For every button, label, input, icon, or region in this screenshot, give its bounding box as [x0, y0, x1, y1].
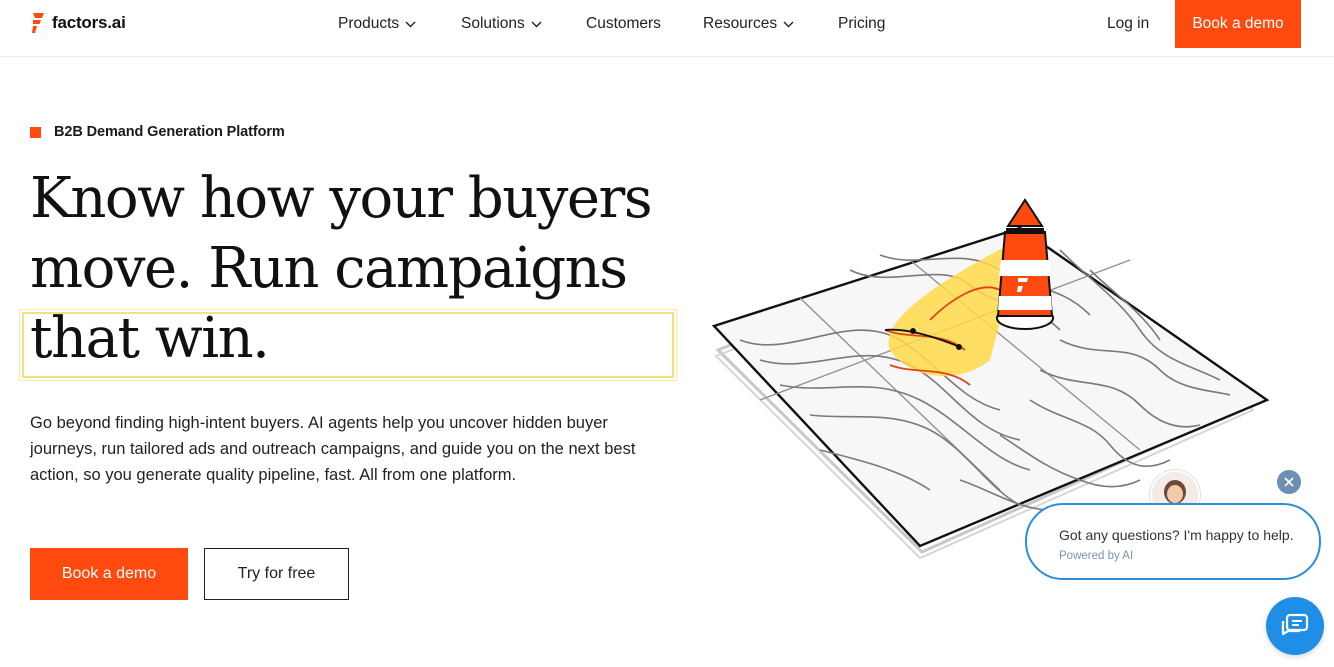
- chevron-down-icon: [531, 21, 542, 27]
- nav-item-label: Products: [338, 15, 400, 32]
- hero-headline: Know how your buyers move. Run campaigns…: [19, 164, 677, 381]
- eyebrow: B2B Demand Generation Platform: [30, 124, 285, 140]
- brand-logo[interactable]: factors.ai: [30, 12, 126, 34]
- chat-icon: [1281, 613, 1309, 636]
- chat-greeting-bubble[interactable]: Got any questions? I'm happy to help. Po…: [1025, 503, 1321, 580]
- book-demo-button[interactable]: Book a demo: [30, 548, 188, 600]
- factors-logo-icon: [30, 12, 46, 34]
- hero-description: Go beyond finding high-intent buyers. AI…: [30, 414, 636, 484]
- site-header: factors.ai Products Solutions Customers …: [0, 0, 1334, 57]
- chat-powered-by: Powered by AI: [1059, 550, 1134, 562]
- nav-item-solutions[interactable]: Solutions: [461, 15, 542, 33]
- try-free-button[interactable]: Try for free: [204, 548, 349, 600]
- login-link[interactable]: Log in: [1107, 15, 1149, 33]
- nav-item-label: Solutions: [461, 15, 525, 32]
- headline-line-1: Know how your buyers: [30, 166, 653, 231]
- chat-message: Got any questions? I'm happy to help.: [1059, 527, 1294, 543]
- nav-item-label: Resources: [703, 15, 778, 32]
- nav-item-label: Customers: [586, 15, 661, 32]
- nav-item-label: Pricing: [838, 15, 886, 32]
- book-demo-header-button[interactable]: Book a demo: [1175, 0, 1301, 48]
- headline-line-2: move. Run campaigns: [30, 236, 628, 301]
- close-icon[interactable]: [1277, 470, 1301, 494]
- nav-item-resources[interactable]: Resources: [703, 15, 794, 33]
- chat-launcher-button[interactable]: [1266, 597, 1324, 655]
- headline-line-3-highlighted: that win.: [19, 304, 677, 381]
- chevron-down-icon: [783, 21, 794, 27]
- eyebrow-marker: [30, 126, 41, 138]
- nav-item-products[interactable]: Products: [338, 15, 416, 33]
- nav-item-pricing[interactable]: Pricing: [838, 15, 885, 33]
- nav-item-customers[interactable]: Customers: [586, 15, 661, 33]
- brand-name: factors.ai: [52, 13, 126, 32]
- chevron-down-icon: [405, 21, 416, 27]
- eyebrow-text: B2B Demand Generation Platform: [54, 124, 285, 140]
